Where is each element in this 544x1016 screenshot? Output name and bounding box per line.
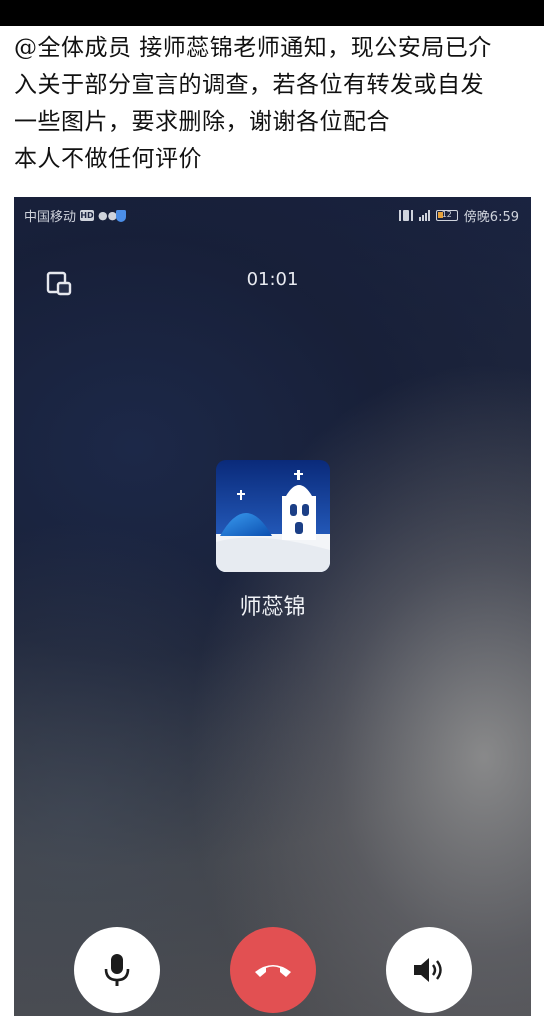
notice-line: 一些图片，要求删除，谢谢各位配合 xyxy=(14,109,390,135)
top-black-bar xyxy=(0,0,544,26)
speaker-button[interactable] xyxy=(386,927,472,1013)
notice-line: 入关于部分宣言的调查，若各位有转发或自发 xyxy=(14,72,484,98)
carrier-name: 中国移动 xyxy=(24,210,77,225)
status-icons: 12 傍晚6:59 xyxy=(398,206,519,225)
hang-up-button[interactable] xyxy=(230,927,316,1013)
status-bar: 中国移动 HD ●● 12 傍晚6:59 xyxy=(14,197,531,231)
vibrate-icon xyxy=(398,210,413,221)
notice-line: @全体成员 接师蕊锦老师通知，现公安局已介 xyxy=(14,35,492,61)
notice-line: 本人不做任何评价 xyxy=(14,146,202,172)
microphone-icon xyxy=(104,954,130,986)
clock: 傍晚6:59 xyxy=(463,210,519,225)
notice-text: @全体成员 接师蕊锦老师通知，现公安局已介 入关于部分宣言的调查，若各位有转发或… xyxy=(14,30,534,178)
battery-icon: 12 xyxy=(435,210,458,221)
hd-badge: HD xyxy=(80,210,95,221)
carrier-group: 中国移动 HD ●● xyxy=(24,206,127,225)
speaker-icon xyxy=(414,958,442,982)
mute-button[interactable] xyxy=(74,927,160,1013)
caller-avatar xyxy=(216,460,330,572)
call-timer: 01:01 xyxy=(246,269,299,290)
screenshot-page: @全体成员 接师蕊锦老师通知，现公安局已介 入关于部分宣言的调查，若各位有转发或… xyxy=(0,0,544,1016)
wechat-icon: ●● xyxy=(98,209,118,222)
hang-up-phone-icon xyxy=(255,965,291,977)
phone-call-screen: 中国移动 HD ●● 12 傍晚6:59 01:01 师蕊锦 xyxy=(14,197,531,1016)
battery-level: 12 xyxy=(441,210,452,219)
caller-name: 师蕊锦 xyxy=(239,595,306,620)
shield-icon xyxy=(116,209,127,222)
signal-icon xyxy=(418,210,430,221)
